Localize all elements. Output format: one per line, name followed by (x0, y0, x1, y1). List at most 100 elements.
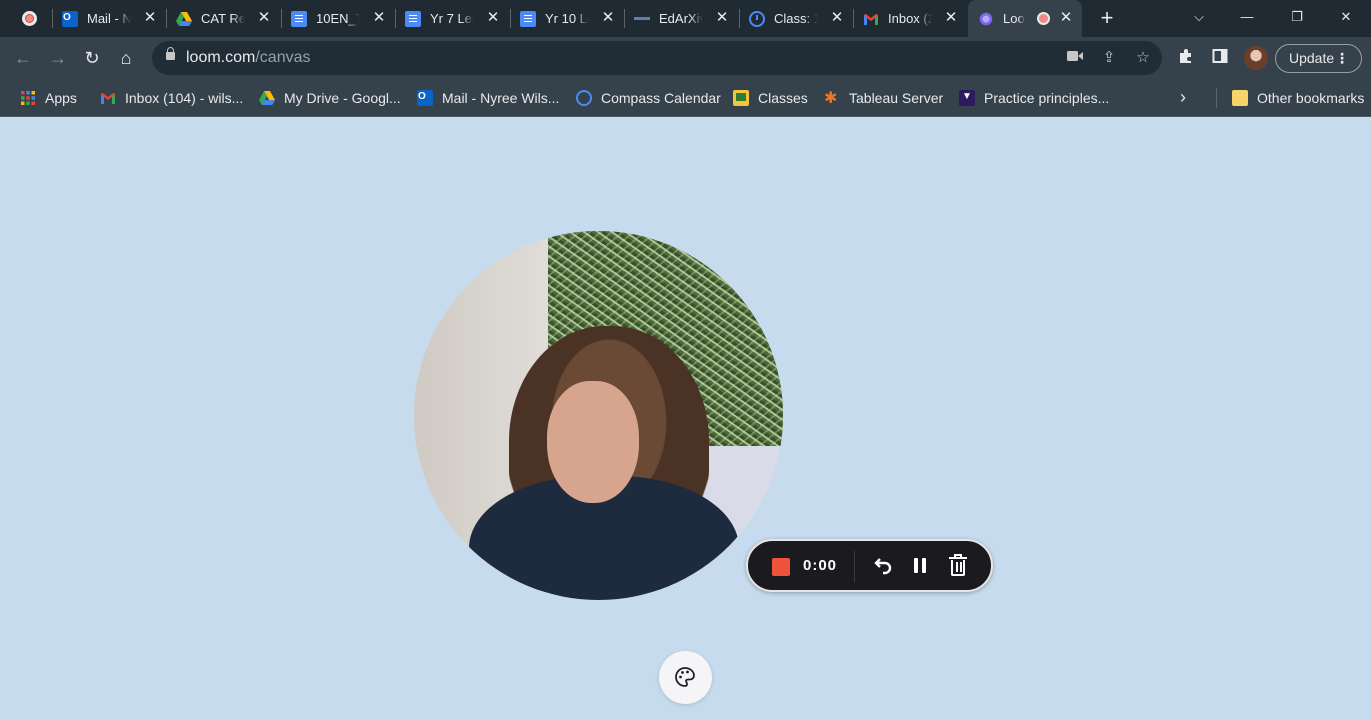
bookmark-mail[interactable]: Mail - Nyree Wils... (417, 88, 559, 108)
url-text[interactable]: loom.com/canvas (186, 49, 311, 67)
tab-yr10[interactable]: Yr 10 Le ✕ (510, 0, 624, 37)
lock-icon[interactable] (166, 47, 175, 60)
address-bar[interactable]: loom.com/canvas ⇪ ☆ (152, 41, 1162, 75)
home-icon[interactable]: ⌂ (115, 47, 137, 69)
tab-title: Mail - N (87, 11, 131, 26)
compass-icon (576, 90, 592, 106)
tab-title: Inbox (2 (888, 11, 932, 26)
bookmark-label: Classes (758, 90, 808, 106)
tab-recording-icon (1037, 12, 1050, 25)
tab-title: 10EN_T3 (316, 11, 360, 26)
bookmark-label: Tableau Server (849, 90, 944, 106)
background-palette-button[interactable] (659, 651, 712, 704)
tab-yr7[interactable]: Yr 7 Less ✕ (395, 0, 509, 37)
bookmarks-separator (1216, 88, 1217, 108)
tab-strip: Mail - N ✕ CAT Res ✕ 10EN_T3 ✕ Yr 7 Less… (0, 0, 1371, 37)
update-label: Update (1289, 50, 1335, 66)
tab-inbox[interactable]: Inbox (2 ✕ (853, 0, 967, 37)
gmail-icon (100, 90, 116, 106)
bookmark-apps[interactable]: Apps (20, 88, 77, 108)
close-icon[interactable]: ✕ (1058, 10, 1074, 26)
url-path: /canvas (255, 49, 311, 66)
classroom-icon (733, 90, 749, 106)
tab-10en[interactable]: 10EN_T3 ✕ (281, 0, 395, 37)
google-drive-icon (176, 11, 192, 27)
bookmarks-overflow-chevron-icon[interactable]: › (1180, 87, 1196, 107)
recording-timer: 0:00 (803, 557, 838, 574)
close-icon[interactable]: ✕ (485, 10, 501, 26)
side-panel-icon[interactable] (1210, 48, 1230, 68)
browser-toolbar: ← → ↻ ⌂ loom.com/canvas ⇪ ☆ Update ⋮ (0, 37, 1371, 79)
recording-indicator-icon (22, 11, 37, 26)
bookmark-star-icon[interactable]: ☆ (1134, 49, 1152, 67)
outlook-icon (62, 10, 78, 27)
extensions-puzzle-icon[interactable] (1176, 48, 1196, 68)
bookmark-my-drive[interactable]: My Drive - Googl... (259, 88, 401, 108)
bookmark-compass-calendar[interactable]: Compass Calendar (576, 88, 721, 108)
share-icon[interactable]: ⇪ (1100, 49, 1118, 67)
tab-mail[interactable]: Mail - N ✕ (52, 0, 166, 37)
pause-icon[interactable] (908, 554, 932, 578)
camera-icon[interactable] (1066, 49, 1084, 67)
bookmarks-bar: Apps Inbox (104) - wils... My Drive - Go… (0, 79, 1371, 117)
stop-recording-button[interactable] (772, 558, 790, 576)
restore-button[interactable]: ❐ (1285, 7, 1309, 27)
bookmark-label: Apps (45, 90, 77, 106)
google-drive-icon (259, 90, 275, 106)
search-tabs-icon[interactable]: ⌵ (1187, 7, 1211, 27)
minimize-button[interactable]: — (1235, 7, 1259, 27)
close-icon[interactable]: ✕ (714, 10, 730, 26)
apps-grid-icon (20, 90, 36, 106)
tab-class[interactable]: Class: 10 ✕ (739, 0, 853, 37)
tab-cat-res[interactable]: CAT Res ✕ (166, 0, 280, 37)
palette-icon (675, 667, 695, 687)
close-icon[interactable]: ✕ (829, 10, 845, 26)
close-icon[interactable]: ✕ (142, 10, 158, 26)
url-host: loom.com (186, 49, 256, 66)
bookmark-classes[interactable]: Classes (733, 88, 808, 108)
timer-icon (749, 10, 765, 27)
reload-icon[interactable]: ↻ (81, 47, 103, 69)
bookmark-practice-principles[interactable]: Practice principles... (959, 88, 1109, 108)
vic-gov-icon (959, 90, 975, 106)
gmail-icon (863, 11, 879, 27)
trash-icon[interactable] (946, 554, 970, 578)
tab-edarxiv[interactable]: EdArXiv ✕ (624, 0, 738, 37)
tab-title: EdArXiv (659, 11, 703, 26)
bookmark-other-bookmarks[interactable]: Other bookmarks (1232, 88, 1364, 108)
update-button[interactable]: Update ⋮ (1275, 44, 1362, 73)
tab-title: CAT Res (201, 11, 245, 26)
forward-arrow-icon[interactable]: → (47, 47, 69, 69)
menu-kebab-icon[interactable]: ⋮ (1335, 45, 1349, 72)
window-close-button[interactable]: ✕ (1334, 7, 1358, 27)
outlook-icon (417, 90, 433, 106)
bookmark-label: Other bookmarks (1257, 90, 1365, 106)
bookmark-label: Mail - Nyree Wils... (442, 90, 560, 106)
back-arrow-icon[interactable]: ← (12, 47, 34, 69)
bookmark-label: Inbox (104) - wils... (125, 90, 244, 106)
bookmark-label: Practice principles... (984, 90, 1110, 106)
new-tab-button[interactable]: + (1097, 7, 1117, 29)
tab-loom-active[interactable]: Loo ✕ (968, 0, 1082, 37)
google-docs-icon (520, 10, 536, 27)
recording-controls: 0:00 (746, 539, 993, 592)
close-icon[interactable]: ✕ (371, 10, 387, 26)
bookmark-gmail-inbox[interactable]: Inbox (104) - wils... (100, 88, 243, 108)
folder-icon (1232, 90, 1248, 106)
close-icon[interactable]: ✕ (600, 10, 616, 26)
bookmark-tableau-server[interactable]: Tableau Server (824, 88, 943, 108)
edarxiv-icon (634, 10, 650, 27)
controls-divider (854, 551, 855, 582)
tableau-icon (824, 88, 840, 108)
google-docs-icon (405, 10, 421, 27)
close-icon[interactable]: ✕ (943, 10, 959, 26)
profile-avatar[interactable] (1244, 46, 1268, 70)
webcam-person-face (547, 381, 639, 503)
tab-title: Class: 10 (774, 11, 818, 26)
tab-title: Yr 7 Less (430, 11, 474, 26)
google-docs-icon (291, 10, 307, 27)
webcam-bubble[interactable] (414, 231, 783, 600)
close-icon[interactable]: ✕ (256, 10, 272, 26)
tab-title: Yr 10 Le (545, 11, 589, 26)
restart-undo-icon[interactable] (870, 554, 894, 578)
